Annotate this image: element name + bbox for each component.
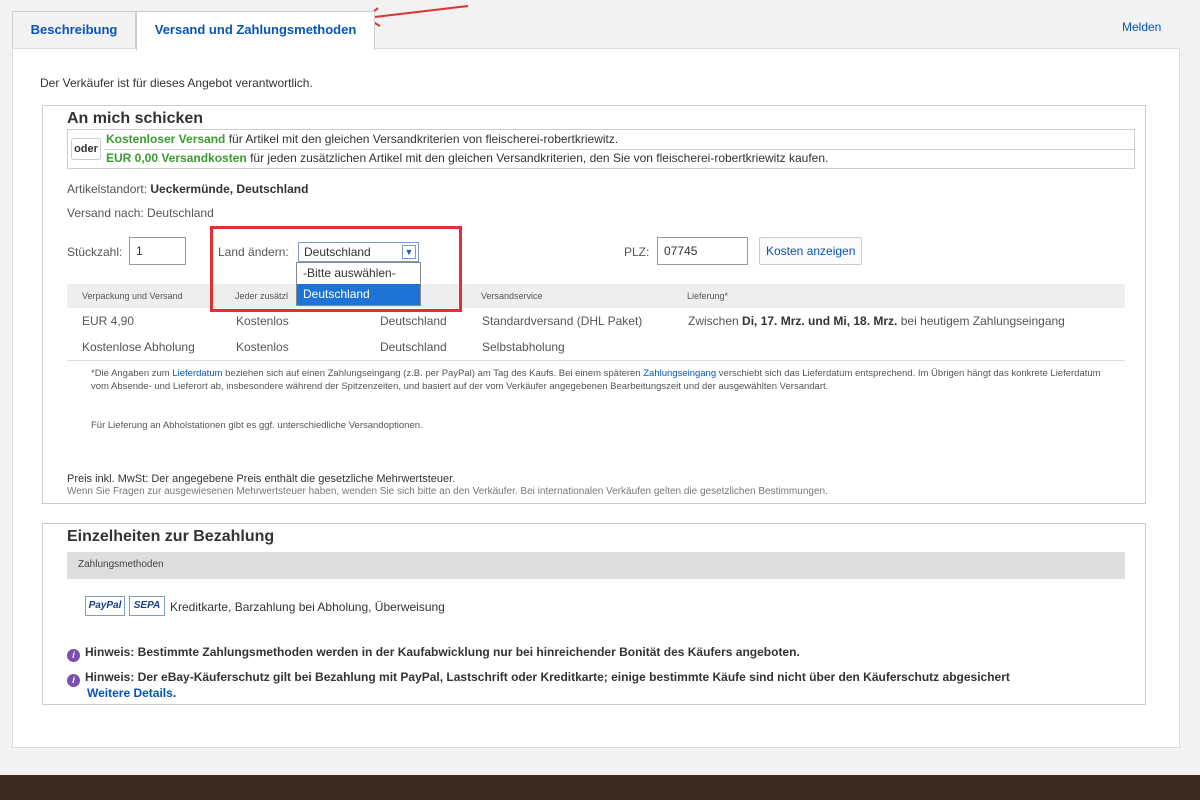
payment-heading: Einzelheiten zur Bezahlung xyxy=(67,528,275,545)
tab-versand-zahlung[interactable]: Versand und Zahlungsmethoden xyxy=(136,11,375,50)
row1-service: Standardversand (DHL Paket) xyxy=(482,314,643,328)
row2-cost: Kostenlose Abholung xyxy=(82,340,195,354)
row2-to: Deutschland xyxy=(380,340,447,354)
payment-methods-header: Zahlungsmethoden xyxy=(67,552,1125,579)
th-each: Jeder zusätzl xyxy=(235,291,289,301)
tab-beschreibung[interactable]: Beschreibung xyxy=(12,11,136,49)
country-select[interactable]: Deutschland ▼ xyxy=(298,242,419,262)
delivery-note: *Die Angaben zum Lieferdatum beziehen si… xyxy=(91,367,1111,393)
shipping-heading: An mich schicken xyxy=(67,110,204,127)
row1-delivery-pre: Zwischen xyxy=(688,314,743,328)
th-service: Versandservice xyxy=(481,291,543,301)
oder-label: oder xyxy=(71,138,101,160)
country-select-value: Deutschland xyxy=(304,245,371,259)
row1-each: Kostenlos xyxy=(236,314,289,328)
free-shipping-line: Kostenloser Versand für Artikel mit den … xyxy=(106,132,618,146)
th-cost: Verpackung und Versand xyxy=(82,291,183,301)
additional-shipping-line: EUR 0,00 Versandkosten für jeden zusätzl… xyxy=(106,151,828,165)
more-details-link[interactable]: Weitere Details xyxy=(87,686,173,700)
responsibility-text: Der Verkäufer ist für dieses Angebot ver… xyxy=(40,76,313,90)
plz-input[interactable]: 07745 xyxy=(657,237,748,265)
country-option-deutschland[interactable]: Deutschland xyxy=(297,284,420,305)
vat-subtext: Wenn Sie Fragen zur ausgewiesenen Mehrwe… xyxy=(67,486,828,497)
table-divider xyxy=(67,360,1125,361)
country-label: Land ändern: xyxy=(218,245,289,259)
hint-buyer-protection-text: Hinweis: Der eBay-Käuferschutz gilt bei … xyxy=(85,670,1010,684)
payment-methods-text: Kreditkarte, Barzahlung bei Abholung, Üb… xyxy=(170,600,445,614)
sepa-logo: SEPA xyxy=(129,596,165,616)
zahlungseingang-link[interactable]: Zahlungseingang xyxy=(643,368,716,379)
row2-each: Kostenlos xyxy=(236,340,289,354)
country-dropdown: -Bitte auswählen- Deutschland xyxy=(296,262,421,306)
shipping-summary: oder Kostenloser Versand für Artikel mit… xyxy=(67,129,1135,169)
row1-delivery: Zwischen Di, 17. Mrz. und Mi, 18. Mrz. b… xyxy=(688,314,1065,328)
item-location-label: Artikelstandort: xyxy=(67,182,151,196)
country-option-placeholder[interactable]: -Bitte auswählen- xyxy=(297,263,420,284)
free-shipping-highlight: Kostenloser Versand xyxy=(106,132,226,146)
annotation-arrow-icon xyxy=(365,5,469,27)
item-location-value: Ueckermünde, Deutschland xyxy=(150,182,309,196)
row1-cost: EUR 4,90 xyxy=(82,314,135,328)
additional-shipping-text: für jeden zusätzlichen Artikel mit den g… xyxy=(246,151,829,165)
quantity-input[interactable]: 1 xyxy=(129,237,186,265)
item-location: Artikelstandort: Ueckermünde, Deutschlan… xyxy=(67,182,308,196)
footer-band xyxy=(0,775,1200,800)
free-shipping-text: für Artikel mit den gleichen Versandkrit… xyxy=(225,132,619,146)
row1-delivery-post: bei heutigem Zahlungseingang xyxy=(897,314,1065,328)
hint-credit-text: Hinweis: Bestimmte Zahlungsmethoden werd… xyxy=(85,645,800,659)
note-part1: *Die Angaben zum xyxy=(91,368,173,379)
plz-label: PLZ: xyxy=(624,245,650,259)
hint-buyer-protection: i Hinweis: Der eBay-Käuferschutz gilt bei… xyxy=(67,671,1010,700)
paypal-logo: PayPal xyxy=(85,596,125,616)
row2-service: Selbstabholung xyxy=(482,340,565,354)
tab-panel: Der Verkäufer ist für dieses Angebot ver… xyxy=(12,48,1180,748)
divider xyxy=(104,149,1134,150)
pickup-note: Für Lieferung an Abholstationen gibt es … xyxy=(91,420,423,431)
row1-to: Deutschland xyxy=(380,314,447,328)
lieferdatum-link[interactable]: Lieferdatum xyxy=(172,368,222,379)
chevron-down-icon[interactable]: ▼ xyxy=(402,245,416,259)
th-delivery: Lieferung* xyxy=(687,291,729,301)
info-icon: i xyxy=(67,649,80,662)
info-icon: i xyxy=(67,674,80,687)
quantity-label: Stückzahl: xyxy=(67,245,123,259)
show-costs-button[interactable]: Kosten anzeigen xyxy=(759,237,863,265)
note-part2: beziehen sich auf einen Zahlungseingang … xyxy=(222,368,644,379)
ship-to-text: Versand nach: Deutschland xyxy=(67,206,214,220)
hint-credit: i Hinweis: Bestimmte Zahlungsmethoden wer… xyxy=(67,646,800,662)
row1-delivery-dates: Di, 17. Mrz. und Mi, 18. Mrz. xyxy=(742,314,898,328)
payment-section: Einzelheiten zur Bezahlung Zahlungsmetho… xyxy=(42,523,1146,705)
additional-shipping-highlight: EUR 0,00 Versandkosten xyxy=(106,151,247,165)
shipping-table-header: Verpackung und Versand Jeder zusätzl Ver… xyxy=(67,284,1125,308)
vat-text: Preis inkl. MwSt: Der angegebene Preis e… xyxy=(67,473,456,485)
report-link[interactable]: Melden xyxy=(1122,20,1161,34)
shipping-section: An mich schicken oder Kostenloser Versan… xyxy=(42,105,1146,504)
